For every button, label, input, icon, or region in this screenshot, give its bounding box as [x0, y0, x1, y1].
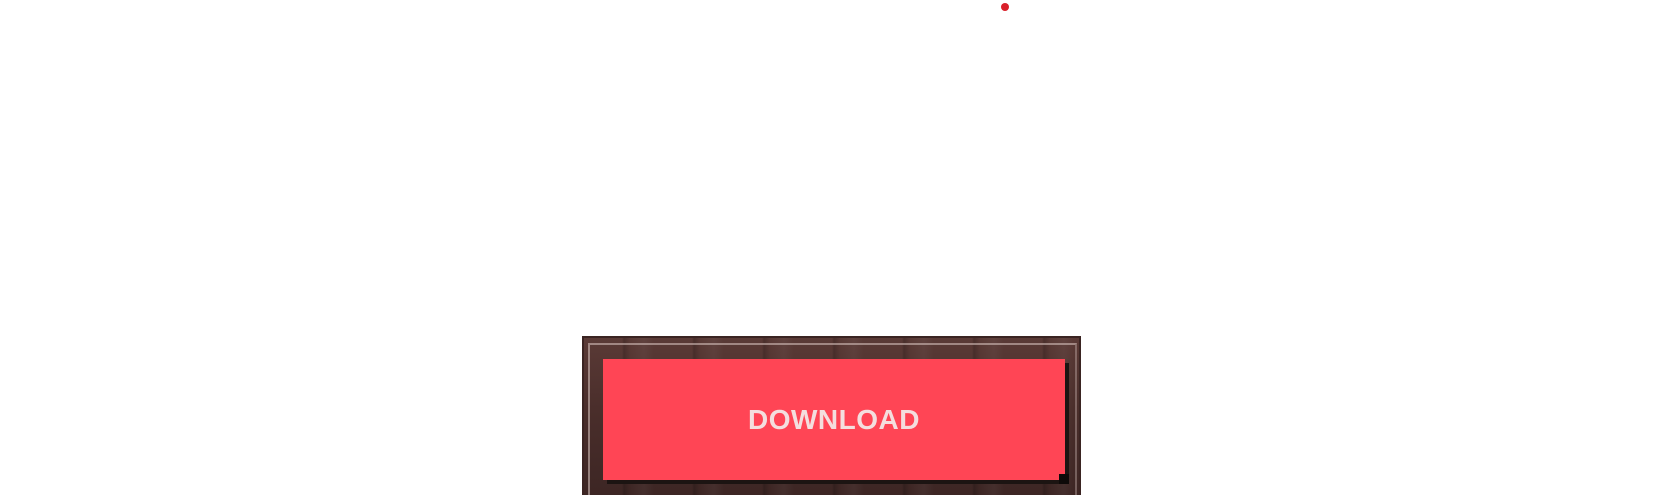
page: DOWNLOAD — [0, 0, 1662, 495]
download-frame: DOWNLOAD — [582, 336, 1081, 495]
red-dot-icon — [1001, 3, 1009, 11]
download-button-label: DOWNLOAD — [748, 403, 920, 435]
download-button[interactable]: DOWNLOAD — [603, 359, 1069, 484]
button-corner-notch — [1059, 474, 1069, 484]
